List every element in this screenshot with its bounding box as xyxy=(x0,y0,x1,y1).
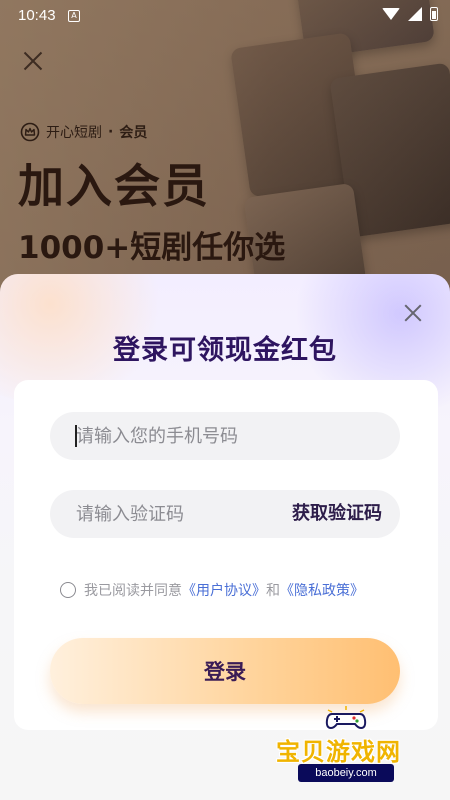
agreement-checkbox[interactable] xyxy=(60,582,76,598)
crown-icon xyxy=(20,122,40,142)
agreement-conjunction: 和 xyxy=(266,583,280,599)
text-cursor xyxy=(75,425,77,447)
privacy-policy-link[interactable]: 《隐私政策》 xyxy=(280,580,364,600)
close-icon[interactable] xyxy=(402,302,424,324)
get-code-button[interactable]: 获取验证码 xyxy=(292,490,382,538)
code-field[interactable]: 获取验证码 xyxy=(50,490,400,538)
status-icons xyxy=(382,7,438,21)
notification-icon: A xyxy=(68,10,80,22)
agreement-row: 我已阅读并同意 《用户协议》 和 《隐私政策》 xyxy=(60,580,364,600)
brand-name: 开心短剧 xyxy=(46,125,102,141)
sheet-title: 登录可领现金红包 xyxy=(113,335,337,366)
brand-row: 开心短剧 · 会员 xyxy=(20,122,147,142)
login-button[interactable]: 登录 xyxy=(50,638,400,704)
watermark-name: 宝贝游戏网 xyxy=(276,738,401,766)
close-icon[interactable] xyxy=(20,48,46,74)
user-agreement-link[interactable]: 《用户协议》 xyxy=(182,580,266,600)
brand-tag: 会员 xyxy=(119,125,148,141)
agreement-prefix: 我已阅读并同意 xyxy=(84,583,182,599)
wifi-icon xyxy=(382,8,400,20)
watermark-url: baobeiy.com xyxy=(298,764,394,782)
status-bar: 10:43 A xyxy=(0,0,450,32)
battery-icon xyxy=(430,7,438,21)
signal-icon xyxy=(408,7,422,21)
status-time: 10:43 xyxy=(18,7,56,24)
phone-field[interactable] xyxy=(50,412,400,460)
login-form-card: 获取验证码 我已阅读并同意 《用户协议》 和 《隐私政策》 登录 xyxy=(14,380,438,730)
gamepad-icon xyxy=(325,706,367,730)
site-watermark: 宝贝游戏网 baobeiy.com xyxy=(276,706,436,784)
hero-title: 加入会员 xyxy=(18,159,210,213)
brand-separator: · xyxy=(108,124,114,140)
phone-input[interactable] xyxy=(50,412,400,460)
hero-subtitle: 1000+短剧任你选 xyxy=(18,230,286,266)
